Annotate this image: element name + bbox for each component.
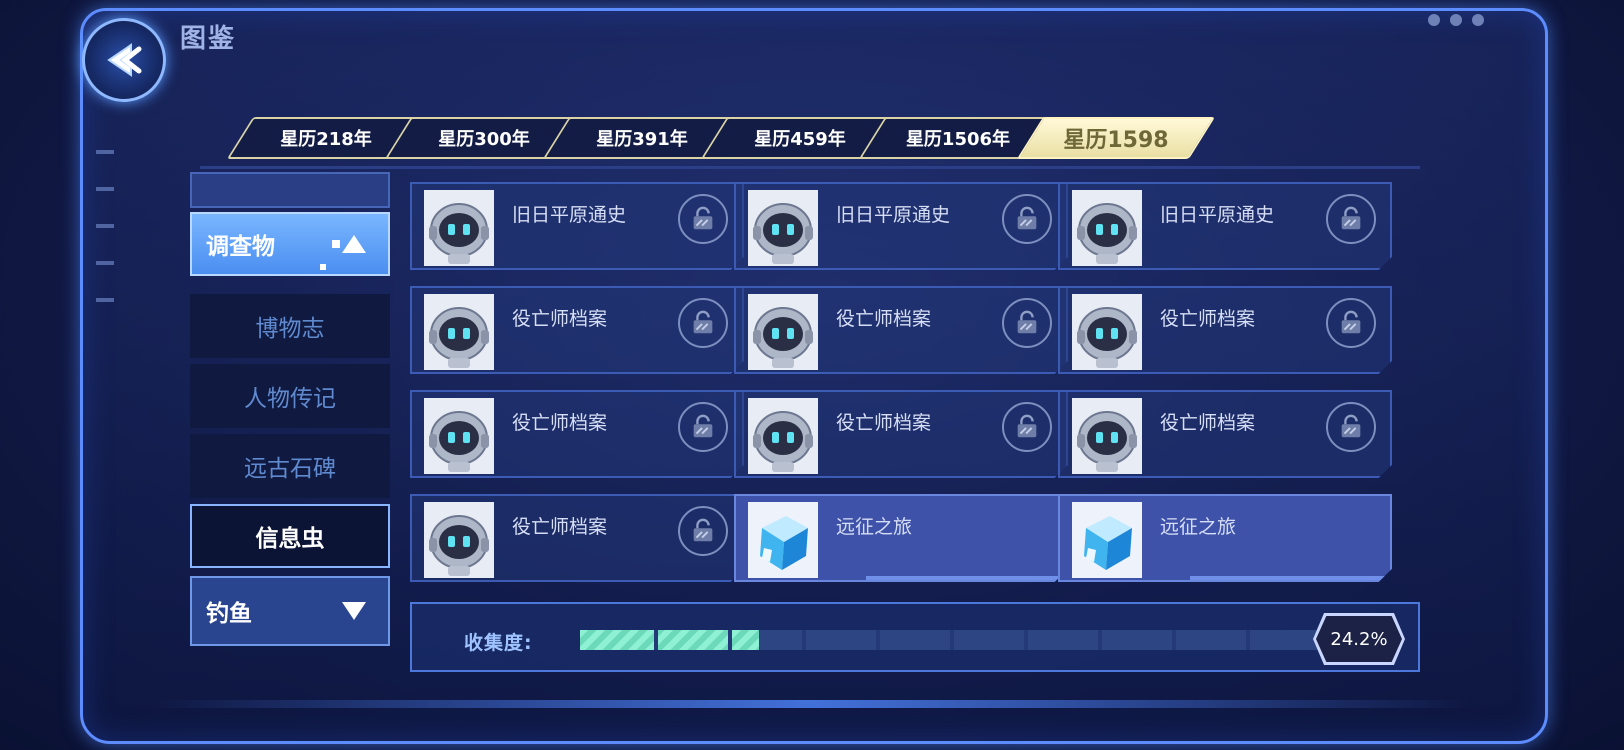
entry-name: 远征之旅 [1160, 516, 1237, 538]
entry-name: 旧日平原通史 [1160, 204, 1275, 226]
collection-label: 收集度: [464, 632, 533, 654]
sidebar-item-stele[interactable]: 远古石碑 [190, 434, 390, 498]
frame-glow [150, 700, 1470, 708]
lock-icon [1002, 194, 1052, 244]
collection-bar [580, 630, 1320, 650]
back-button[interactable] [82, 18, 166, 102]
robot-icon [748, 294, 818, 370]
robot-icon [1072, 398, 1142, 474]
lock-icon [678, 506, 728, 556]
robot-icon [424, 398, 494, 474]
entry-card[interactable]: 役亡师档案 [410, 286, 744, 374]
lock-icon [1002, 298, 1052, 348]
entry-card[interactable]: 役亡师档案 [1058, 286, 1392, 374]
entry-card[interactable]: 旧日平原通史 [734, 182, 1068, 270]
lock-icon [1326, 298, 1376, 348]
entry-card[interactable]: 役亡师档案 [410, 494, 744, 582]
sidebar-item-infobug[interactable]: 信息虫 [190, 504, 390, 568]
side-ticks [96, 150, 114, 335]
collection-percent: 24.2% [1316, 616, 1402, 662]
tab-year-1598[interactable]: 星历1598 [1016, 117, 1216, 159]
entry-card[interactable]: 旧日平原通史 [410, 182, 744, 270]
more-dots-icon [1428, 14, 1484, 26]
entry-card[interactable]: 远征之旅 [734, 494, 1068, 582]
robot-icon [1072, 294, 1142, 370]
entry-name: 役亡师档案 [836, 308, 932, 330]
tab-year-391[interactable]: 星历391年 [542, 117, 742, 159]
entry-name: 役亡师档案 [512, 412, 608, 434]
robot-icon [748, 190, 818, 266]
tab-year-218[interactable]: 星历218年 [226, 117, 426, 159]
lock-icon [1326, 402, 1376, 452]
tab-divider [200, 166, 1420, 169]
entry-name: 旧日平原通史 [836, 204, 951, 226]
tab-year-459[interactable]: 星历459年 [700, 117, 900, 159]
lock-icon [678, 402, 728, 452]
tab-year-300[interactable]: 星历300年 [384, 117, 584, 159]
entry-card[interactable]: 役亡师档案 [734, 286, 1068, 374]
collection-progress: 收集度: 24.2% [410, 602, 1420, 672]
entry-name: 远征之旅 [836, 516, 913, 538]
lock-icon [678, 298, 728, 348]
robot-icon [748, 398, 818, 474]
sidebar-scroll-stub [190, 172, 390, 208]
sidebar-item-biography[interactable]: 人物传记 [190, 364, 390, 428]
sidebar-item-survey[interactable]: 调查物 [190, 212, 390, 276]
back-arrow-icon [107, 43, 142, 77]
entry-name: 役亡师档案 [1160, 412, 1256, 434]
sidebar-item-fishing[interactable]: 钓鱼 [190, 576, 390, 646]
robot-icon [424, 502, 494, 578]
entry-grid: 旧日平原通史 旧日平原通史 旧日平原通史 役亡师档案 役亡师档案 役亡师档案 役亡师档案 役亡… [410, 182, 1420, 590]
blue-cube-icon [1072, 502, 1142, 578]
entry-name: 旧日平原通史 [512, 204, 627, 226]
entry-card[interactable]: 役亡师档案 [734, 390, 1068, 478]
expand-arrow-icon [342, 602, 366, 620]
entry-card[interactable]: 役亡师档案 [1058, 390, 1392, 478]
entry-card[interactable]: 役亡师档案 [410, 390, 744, 478]
collection-bar-fill [580, 630, 760, 650]
page-title: 图鉴 [180, 24, 237, 54]
entry-name: 役亡师档案 [1160, 308, 1256, 330]
robot-icon [1072, 190, 1142, 266]
sidebar-item-museum[interactable]: 博物志 [190, 294, 390, 358]
entry-name: 役亡师档案 [512, 308, 608, 330]
blue-cube-icon [748, 502, 818, 578]
robot-icon [424, 190, 494, 266]
tab-year-1506[interactable]: 星历1506年 [858, 117, 1058, 159]
lock-icon [678, 194, 728, 244]
entry-card[interactable]: 远征之旅 [1058, 494, 1392, 582]
entry-name: 役亡师档案 [512, 516, 608, 538]
lock-icon [1326, 194, 1376, 244]
robot-icon [424, 294, 494, 370]
entry-card[interactable]: 旧日平原通史 [1058, 182, 1392, 270]
collapse-arrow-icon [342, 235, 366, 253]
lock-icon [1002, 402, 1052, 452]
entry-name: 役亡师档案 [836, 412, 932, 434]
